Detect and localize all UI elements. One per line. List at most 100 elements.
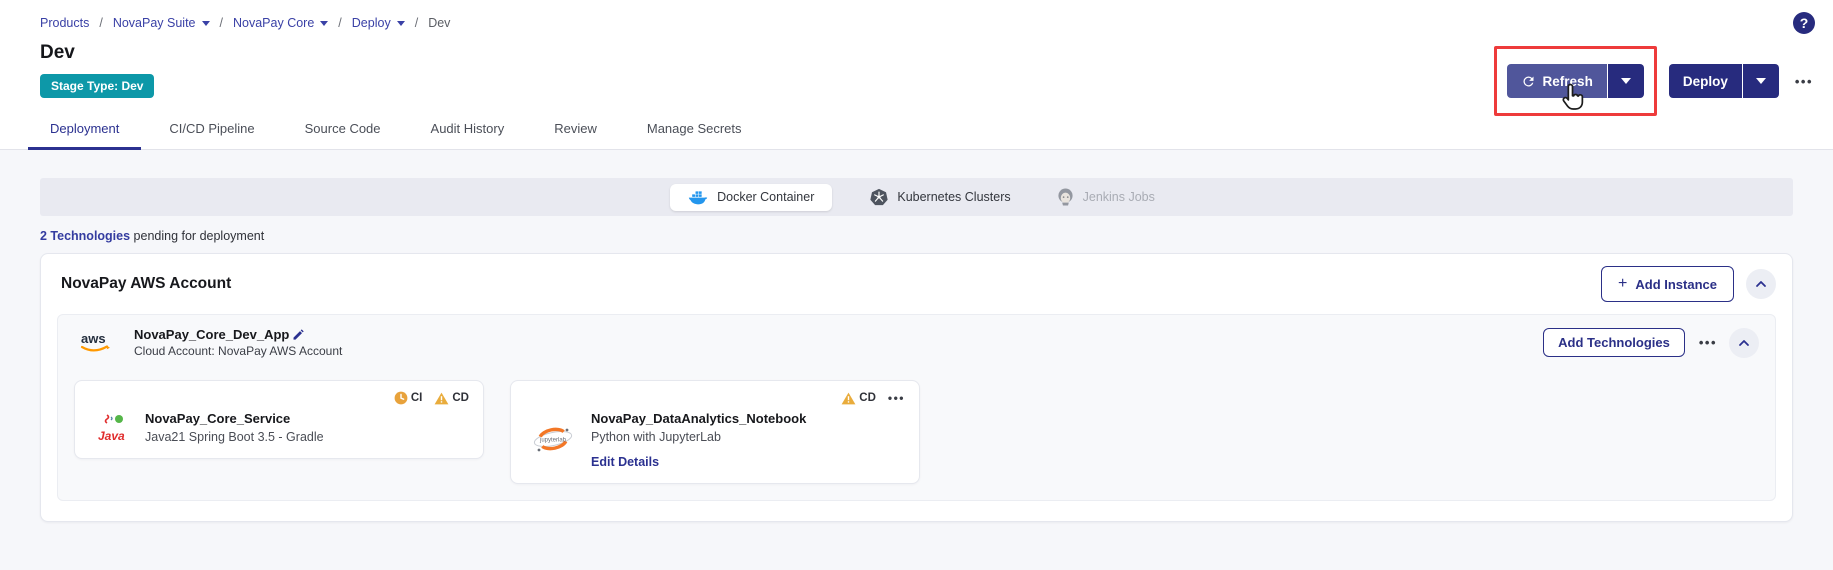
tab-deployment[interactable]: Deployment	[28, 112, 142, 150]
instance-card: aws NovaPay_Core_Dev_App Cloud Account: …	[57, 314, 1776, 501]
technology-toggle-strip: Docker Container Kubernetes Clusters Jen…	[40, 178, 1793, 216]
instance-more-options-icon[interactable]: •••	[1699, 335, 1717, 350]
breadcrumb-separator: /	[99, 16, 103, 30]
tech-card-novapay-dataanalytics-notebook[interactable]: CD ••• jupyterlab NovaPay_DataAnalytics_…	[510, 380, 920, 484]
status-text: pending for deployment	[130, 229, 265, 243]
tab-audit-history[interactable]: Audit History	[409, 112, 527, 149]
toggle-docker-container[interactable]: Docker Container	[670, 183, 833, 211]
chevron-down-icon	[1755, 78, 1766, 84]
breadcrumb-products[interactable]: Products	[40, 16, 89, 30]
tab-review[interactable]: Review	[532, 112, 619, 149]
tech-card-novapay-core-service[interactable]: CI CD Java NovaPay_Core_Service Java21 S…	[74, 380, 484, 459]
jupyterlab-icon: jupyterlab	[533, 427, 573, 452]
pending-status-line: 2 Technologies pending for deployment	[40, 229, 1793, 243]
add-technologies-button[interactable]: Add Technologies	[1543, 328, 1685, 357]
breadcrumb-label: Products	[40, 16, 90, 30]
refresh-split-button: Refresh	[1506, 64, 1644, 110]
toggle-kubernetes-clusters[interactable]: Kubernetes Clusters	[862, 188, 1018, 206]
technology-count: 2 Technologies	[40, 229, 131, 243]
aws-icon: aws	[80, 331, 110, 351]
breadcrumb-separator: /	[414, 16, 419, 30]
svg-text:Java: Java	[98, 429, 125, 443]
tech-name: NovaPay_Core_Service	[145, 411, 291, 426]
add-instance-button[interactable]: + Add Instance	[1601, 266, 1734, 302]
chevron-down-icon	[201, 20, 210, 26]
breadcrumb-deploy[interactable]: Deploy	[352, 16, 405, 30]
kubernetes-icon	[870, 188, 888, 206]
breadcrumb-separator: /	[338, 16, 342, 30]
plus-icon: +	[1618, 275, 1628, 292]
docker-icon	[688, 190, 708, 204]
help-glyph: ?	[1799, 15, 1809, 31]
chevron-up-icon	[1756, 281, 1766, 287]
breadcrumb-novapay-suite[interactable]: NovaPay Suite	[113, 16, 210, 30]
breadcrumb: Products / NovaPay Suite / NovaPay Core …	[40, 16, 450, 30]
toggle-label: Jenkins Jobs	[1082, 190, 1155, 204]
tech-stack: Python with JupyterLab	[591, 430, 721, 444]
toggle-label: Docker Container	[717, 190, 815, 204]
refresh-label: Refresh	[1542, 73, 1593, 89]
cd-badge-label: CD	[452, 392, 469, 404]
svg-text:jupyterlab: jupyterlab	[539, 438, 567, 444]
instance-header-actions: Add Technologies •••	[1543, 327, 1759, 358]
instance-name: NovaPay_Core_Dev_App	[134, 327, 290, 342]
ci-status-badge: CI	[394, 391, 423, 405]
chevron-down-icon	[320, 20, 329, 26]
tab-source-code[interactable]: Source Code	[283, 112, 403, 149]
refresh-icon	[1523, 75, 1534, 86]
tab-cicd-pipeline[interactable]: CI/CD Pipeline	[147, 112, 276, 149]
page-actions: Refresh Deploy •••	[1493, 46, 1813, 116]
tech-stack: Java21 Spring Boot 3.5 - Gradle	[145, 430, 324, 444]
tab-manage-secrets[interactable]: Manage Secrets	[625, 112, 764, 149]
warning-triangle-icon	[841, 392, 856, 404]
instance-card-header: aws NovaPay_Core_Dev_App Cloud Account: …	[74, 327, 1759, 358]
edit-details-link[interactable]: Edit Details	[591, 455, 806, 469]
tech-card-text: NovaPay_Core_Service Java21 Spring Boot …	[145, 411, 324, 444]
edit-pencil-icon[interactable]	[292, 328, 305, 341]
help-icon[interactable]: ?	[1793, 12, 1815, 34]
chevron-down-icon	[396, 20, 405, 26]
tab-bar: Deployment CI/CD Pipeline Source Code Au…	[0, 112, 1833, 150]
cd-status-badge: CD	[841, 392, 876, 405]
collapse-account-button[interactable]	[1746, 269, 1776, 299]
deploy-button[interactable]: Deploy	[1668, 64, 1742, 98]
toggle-jenkins-jobs: Jenkins Jobs	[1049, 188, 1163, 206]
badge-row: CD •••	[525, 390, 905, 406]
badge-row: CI CD	[89, 390, 469, 406]
breadcrumb-novapay-core[interactable]: NovaPay Core	[233, 16, 329, 30]
card-more-options-icon[interactable]: •••	[888, 391, 905, 405]
instance-info: NovaPay_Core_Dev_App Cloud Account: Nova…	[134, 327, 342, 358]
deploy-label: Deploy	[1682, 73, 1728, 89]
refresh-button[interactable]: Refresh	[1506, 64, 1607, 98]
collapse-instance-button[interactable]	[1729, 327, 1759, 358]
jenkins-icon	[1058, 188, 1073, 206]
account-card: NovaPay AWS Account + Add Instance aws N…	[40, 253, 1793, 522]
account-title: NovaPay AWS Account	[61, 275, 232, 292]
tech-card-body: Java NovaPay_Core_Service Java21 Spring …	[89, 411, 469, 444]
tech-card-body: jupyterlab NovaPay_DataAnalytics_Noteboo…	[525, 411, 905, 469]
ci-badge-label: CI	[410, 392, 423, 404]
breadcrumb-separator: /	[219, 16, 223, 30]
chevron-down-icon	[1620, 78, 1631, 84]
account-card-header: NovaPay AWS Account + Add Instance	[57, 266, 1776, 302]
deployment-panel: Docker Container Kubernetes Clusters Jen…	[0, 150, 1833, 570]
deploy-dropdown-button[interactable]	[1742, 64, 1779, 98]
highlight-annotation-box: Refresh	[1493, 46, 1657, 116]
top-bar: Products / NovaPay Suite / NovaPay Core …	[0, 0, 1833, 34]
breadcrumb-current-dev: Dev	[428, 16, 451, 30]
warning-triangle-icon	[434, 392, 449, 404]
refresh-dropdown-button[interactable]	[1607, 64, 1644, 98]
more-options-icon[interactable]: •••	[1795, 74, 1813, 89]
toggle-label: Kubernetes Clusters	[897, 190, 1011, 204]
tech-card-text: NovaPay_DataAnalytics_Notebook Python wi…	[591, 411, 806, 469]
breadcrumb-label: NovaPay Core	[233, 16, 315, 30]
svg-text:aws: aws	[81, 331, 106, 346]
cd-badge-label: CD	[859, 392, 876, 404]
cloud-account-label: Cloud Account: NovaPay AWS Account	[134, 344, 343, 358]
cd-status-badge: CD	[434, 392, 469, 405]
technology-cards-row: CI CD Java NovaPay_Core_Service Java21 S…	[74, 380, 1759, 484]
account-header-actions: + Add Instance	[1601, 266, 1776, 302]
add-instance-label: Add Instance	[1635, 276, 1717, 292]
stage-type-badge: Stage Type: Dev	[40, 74, 155, 98]
add-technologies-label: Add Technologies	[1558, 335, 1670, 350]
